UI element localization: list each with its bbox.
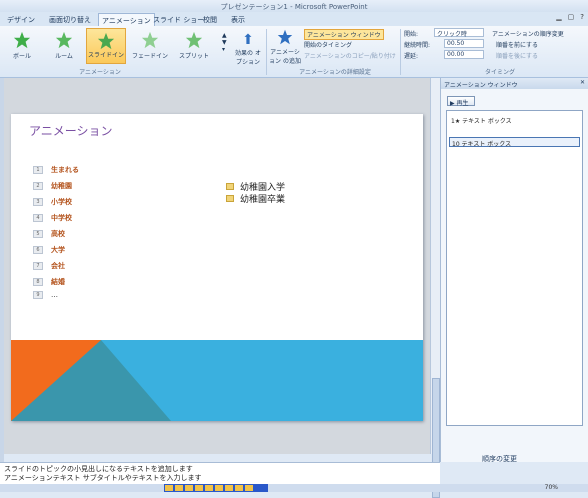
play-button[interactable]: ▶ 再生	[447, 96, 475, 107]
slide: アニメーション 1 生まれる 2 幼稚園 3 小学校 4 中学校 5 高校 6 大学 7 会社…	[11, 114, 423, 421]
animation-tag	[226, 195, 234, 202]
animation-tag: 2	[33, 182, 43, 190]
animation-list[interactable]: 1★ テキスト ボックス 10 テキスト ボックス	[446, 110, 583, 426]
start-select[interactable]: クリック時	[434, 28, 484, 38]
animation-zoom[interactable]: ルーム	[44, 28, 84, 64]
window-title: プレゼンテーション1 - Microsoft PowerPoint	[220, 3, 368, 11]
text-box-right[interactable]: 幼稚園卒業	[226, 192, 285, 205]
title-bar: プレゼンテーション1 - Microsoft PowerPoint	[0, 0, 588, 12]
notes-pane[interactable]: スライドのトピックの小見出しになるテキストを追加します アニメーションテキスト …	[0, 462, 440, 484]
star-icon	[97, 32, 115, 50]
gallery-scroll[interactable]: ▲ ▼ ▾	[222, 32, 227, 53]
start-label: 開始:	[404, 31, 419, 38]
move-later-button[interactable]: 順番を後にする	[496, 51, 538, 60]
ime-icon[interactable]	[235, 485, 243, 491]
ribbon-tabs: デザイン 画面切り替え アニメーション スライド ショー 校閲 表示 ▁ ▢ ?	[0, 12, 588, 26]
animation-slide-in[interactable]: スライドイン	[86, 28, 126, 64]
list-item[interactable]: 5 高校	[33, 229, 65, 239]
tab-review[interactable]: 校閲	[200, 13, 220, 26]
star-icon	[277, 29, 293, 45]
tab-slideshow[interactable]: スライド ショー	[150, 13, 207, 26]
maximize-icon[interactable]: ▢	[568, 13, 575, 21]
list-item[interactable]: 8 結婚	[33, 277, 65, 287]
ime-icon[interactable]	[205, 485, 213, 491]
list-item[interactable]: 1 生まれる	[33, 165, 79, 175]
list-item[interactable]: 2 幼稚園	[33, 181, 72, 191]
animation-entry-selected[interactable]: 10 テキスト ボックス	[449, 137, 580, 148]
notes-line: スライドのトピックの小見出しになるテキストを追加します	[4, 465, 193, 473]
status-bar: 70%	[0, 484, 588, 492]
animation-tag: 3	[33, 198, 43, 206]
ime-icon[interactable]	[215, 485, 223, 491]
animation-split[interactable]: スプリット	[174, 28, 214, 64]
tab-animations[interactable]: アニメーション	[98, 13, 155, 26]
animation-tag: 4	[33, 214, 43, 222]
list-item[interactable]: 6 大学	[33, 245, 65, 255]
vertical-scrollbar[interactable]	[430, 78, 440, 498]
help-icon[interactable]: ?	[580, 13, 584, 21]
animation-tag	[226, 183, 234, 190]
ime-icon[interactable]	[185, 485, 193, 491]
list-item[interactable]: 7 会社	[33, 261, 65, 271]
tab-transitions[interactable]: 画面切り替え	[46, 13, 94, 26]
move-earlier-button[interactable]: 順番を前にする	[496, 40, 538, 49]
animation-painter-button[interactable]: アニメーションのコピー/貼り付け	[304, 51, 396, 60]
slide-footer-graphic	[11, 340, 423, 421]
trigger-button[interactable]: 開始のタイミング	[304, 40, 352, 49]
star-icon	[55, 31, 73, 49]
star-icon	[185, 31, 203, 49]
star-icon	[13, 31, 31, 49]
group-label-timing: タイミング	[484, 69, 515, 76]
animation-ball[interactable]: ボール	[2, 28, 42, 64]
ime-icon[interactable]	[175, 485, 183, 491]
pane-title: アニメーション ウィンドウ	[444, 82, 518, 89]
animation-tag: 5	[33, 230, 43, 238]
notes-line: アニメーションテキスト サブタイトルやテキストを入力します	[4, 474, 202, 482]
animation-fade[interactable]: フェードイン	[130, 28, 170, 64]
duration-label: 継続時間:	[404, 42, 431, 49]
minimize-icon[interactable]: ▁	[556, 13, 561, 21]
animation-tag: 6	[33, 246, 43, 254]
list-item[interactable]: 9…	[33, 290, 58, 300]
slide-title[interactable]: アニメーション	[29, 122, 113, 139]
effect-options-button[interactable]: ⬆ 効果の オプション	[233, 32, 263, 66]
group-label-advanced: アニメーションの詳細設定	[299, 69, 371, 76]
reorder-label: アニメーションの順序変更	[492, 31, 564, 38]
ime-icon[interactable]	[165, 485, 173, 491]
animation-tag: 7	[33, 262, 43, 270]
add-animation-button[interactable]: アニメーション の追加	[268, 29, 302, 65]
star-icon	[141, 31, 159, 49]
close-icon[interactable]: ✕	[580, 79, 585, 86]
animation-entry[interactable]: 1★ テキスト ボックス	[449, 115, 580, 125]
separator	[400, 29, 401, 75]
ime-icon[interactable]	[225, 485, 233, 491]
arrow-up-icon: ⬆	[242, 32, 254, 48]
animation-pane: アニメーション ウィンドウ ✕ ▶ 再生 1★ テキスト ボックス 10 テキス…	[440, 78, 588, 463]
list-item[interactable]: 4 中学校	[33, 213, 72, 223]
group-label-animation: アニメーション	[79, 69, 121, 76]
ime-icon[interactable]	[245, 485, 253, 491]
reorder-bar[interactable]: 順序の変更	[446, 454, 583, 463]
ime-toolbar[interactable]	[164, 484, 268, 492]
zoom-level[interactable]: 70%	[545, 484, 558, 491]
duration-input[interactable]: 00.50	[444, 39, 484, 48]
animation-pane-button[interactable]: アニメーション ウィンドウ	[304, 29, 384, 40]
pane-header: アニメーション ウィンドウ ✕	[441, 78, 588, 89]
animation-tag: 1	[33, 166, 43, 174]
list-item[interactable]: 3 小学校	[33, 197, 72, 207]
ime-icon[interactable]	[195, 485, 203, 491]
animation-tag: 8	[33, 278, 43, 286]
separator	[266, 29, 267, 75]
tab-view[interactable]: 表示	[228, 13, 248, 26]
ribbon: ボール ルーム スライドイン フェードイン スプリット ▲ ▼ ▾ ⬆ 効果の オプ…	[0, 26, 588, 78]
delay-label: 遅延:	[404, 53, 419, 60]
reorder-label: 順序の変更	[482, 455, 517, 463]
delay-input[interactable]: 00.00	[444, 50, 484, 59]
animation-tag: 9	[33, 291, 43, 299]
tab-design[interactable]: デザイン	[4, 13, 38, 26]
